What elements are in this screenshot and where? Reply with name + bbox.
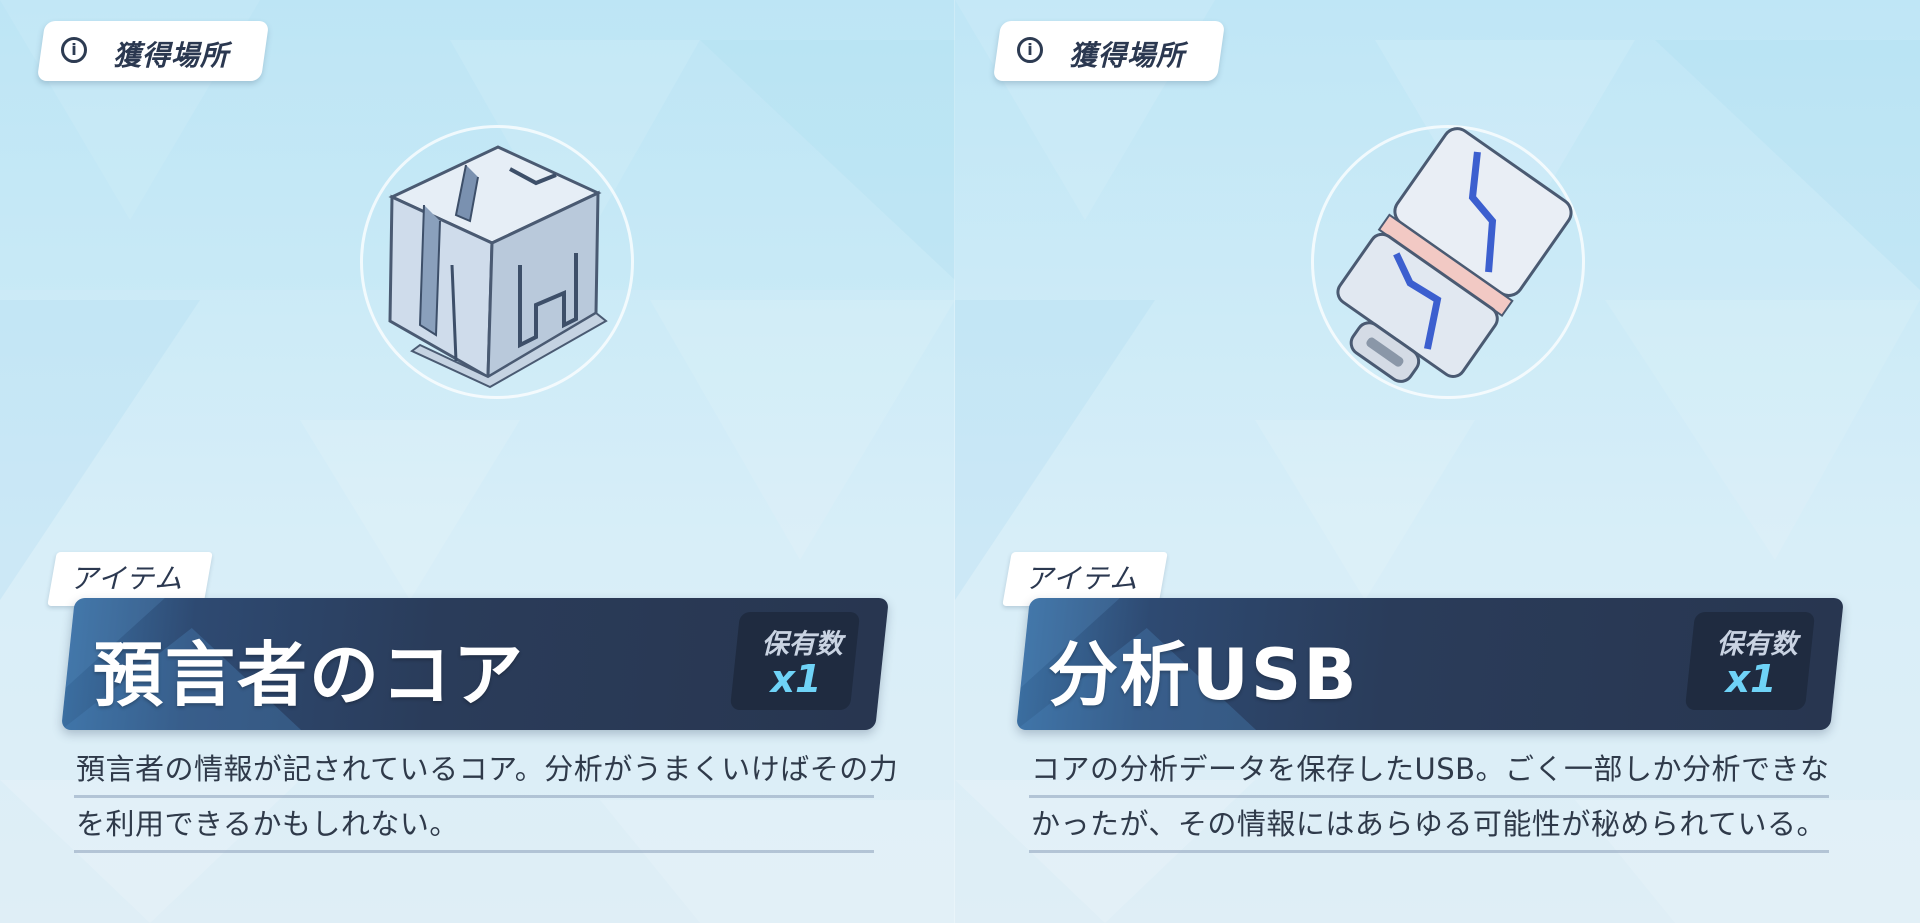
item-description: コアの分析データを保存したUSB。ごく一部しか分析できな かったが、その情報には…	[1029, 743, 1829, 853]
acquisition-source-label: 獲得場所	[113, 39, 230, 72]
quantity-value: x1	[770, 657, 822, 701]
acquisition-source-button[interactable]: i 獲得場所	[36, 21, 270, 81]
usb-drive-icon	[1336, 127, 1573, 383]
description-line: かったが、その情報にはあらゆる可能性が秘められている。	[1029, 798, 1829, 853]
quantity-label: 保有数	[1716, 629, 1798, 660]
description-line: コアの分析データを保存したUSB。ごく一部しか分析できな	[1029, 743, 1829, 798]
description-line: を利用できるかもしれない。	[74, 798, 874, 853]
acquisition-source-label: 獲得場所	[1069, 39, 1186, 72]
crystal-cube-icon	[388, 145, 608, 389]
info-icon: i	[61, 37, 87, 63]
info-icon: i	[1017, 37, 1043, 63]
item-detail-panel: i 獲得場所 アイテム 分析USB 保有数 x1 コアの分析データを保存したUS…	[955, 0, 1920, 923]
item-description: 預言者の情報が記されているコア。分析がうまくいけばその力 を利用できるかもしれな…	[74, 743, 898, 853]
item-name: 分析USB	[1048, 634, 1359, 716]
category-label: アイテム	[70, 562, 184, 595]
quantity-label: 保有数	[761, 629, 843, 660]
category-label: アイテム	[1025, 562, 1139, 595]
quantity-value: x1	[1725, 657, 1777, 701]
item-detail-panel: i 獲得場所 アイテム 預言者のコア 保有数 x1 預言者の情報が記されているコ…	[0, 0, 955, 923]
description-line: 預言者の情報が記されているコア。分析がうまくいけばその力	[74, 743, 898, 798]
acquisition-source-button[interactable]: i 獲得場所	[992, 21, 1226, 81]
item-name: 預言者のコア	[93, 634, 525, 716]
